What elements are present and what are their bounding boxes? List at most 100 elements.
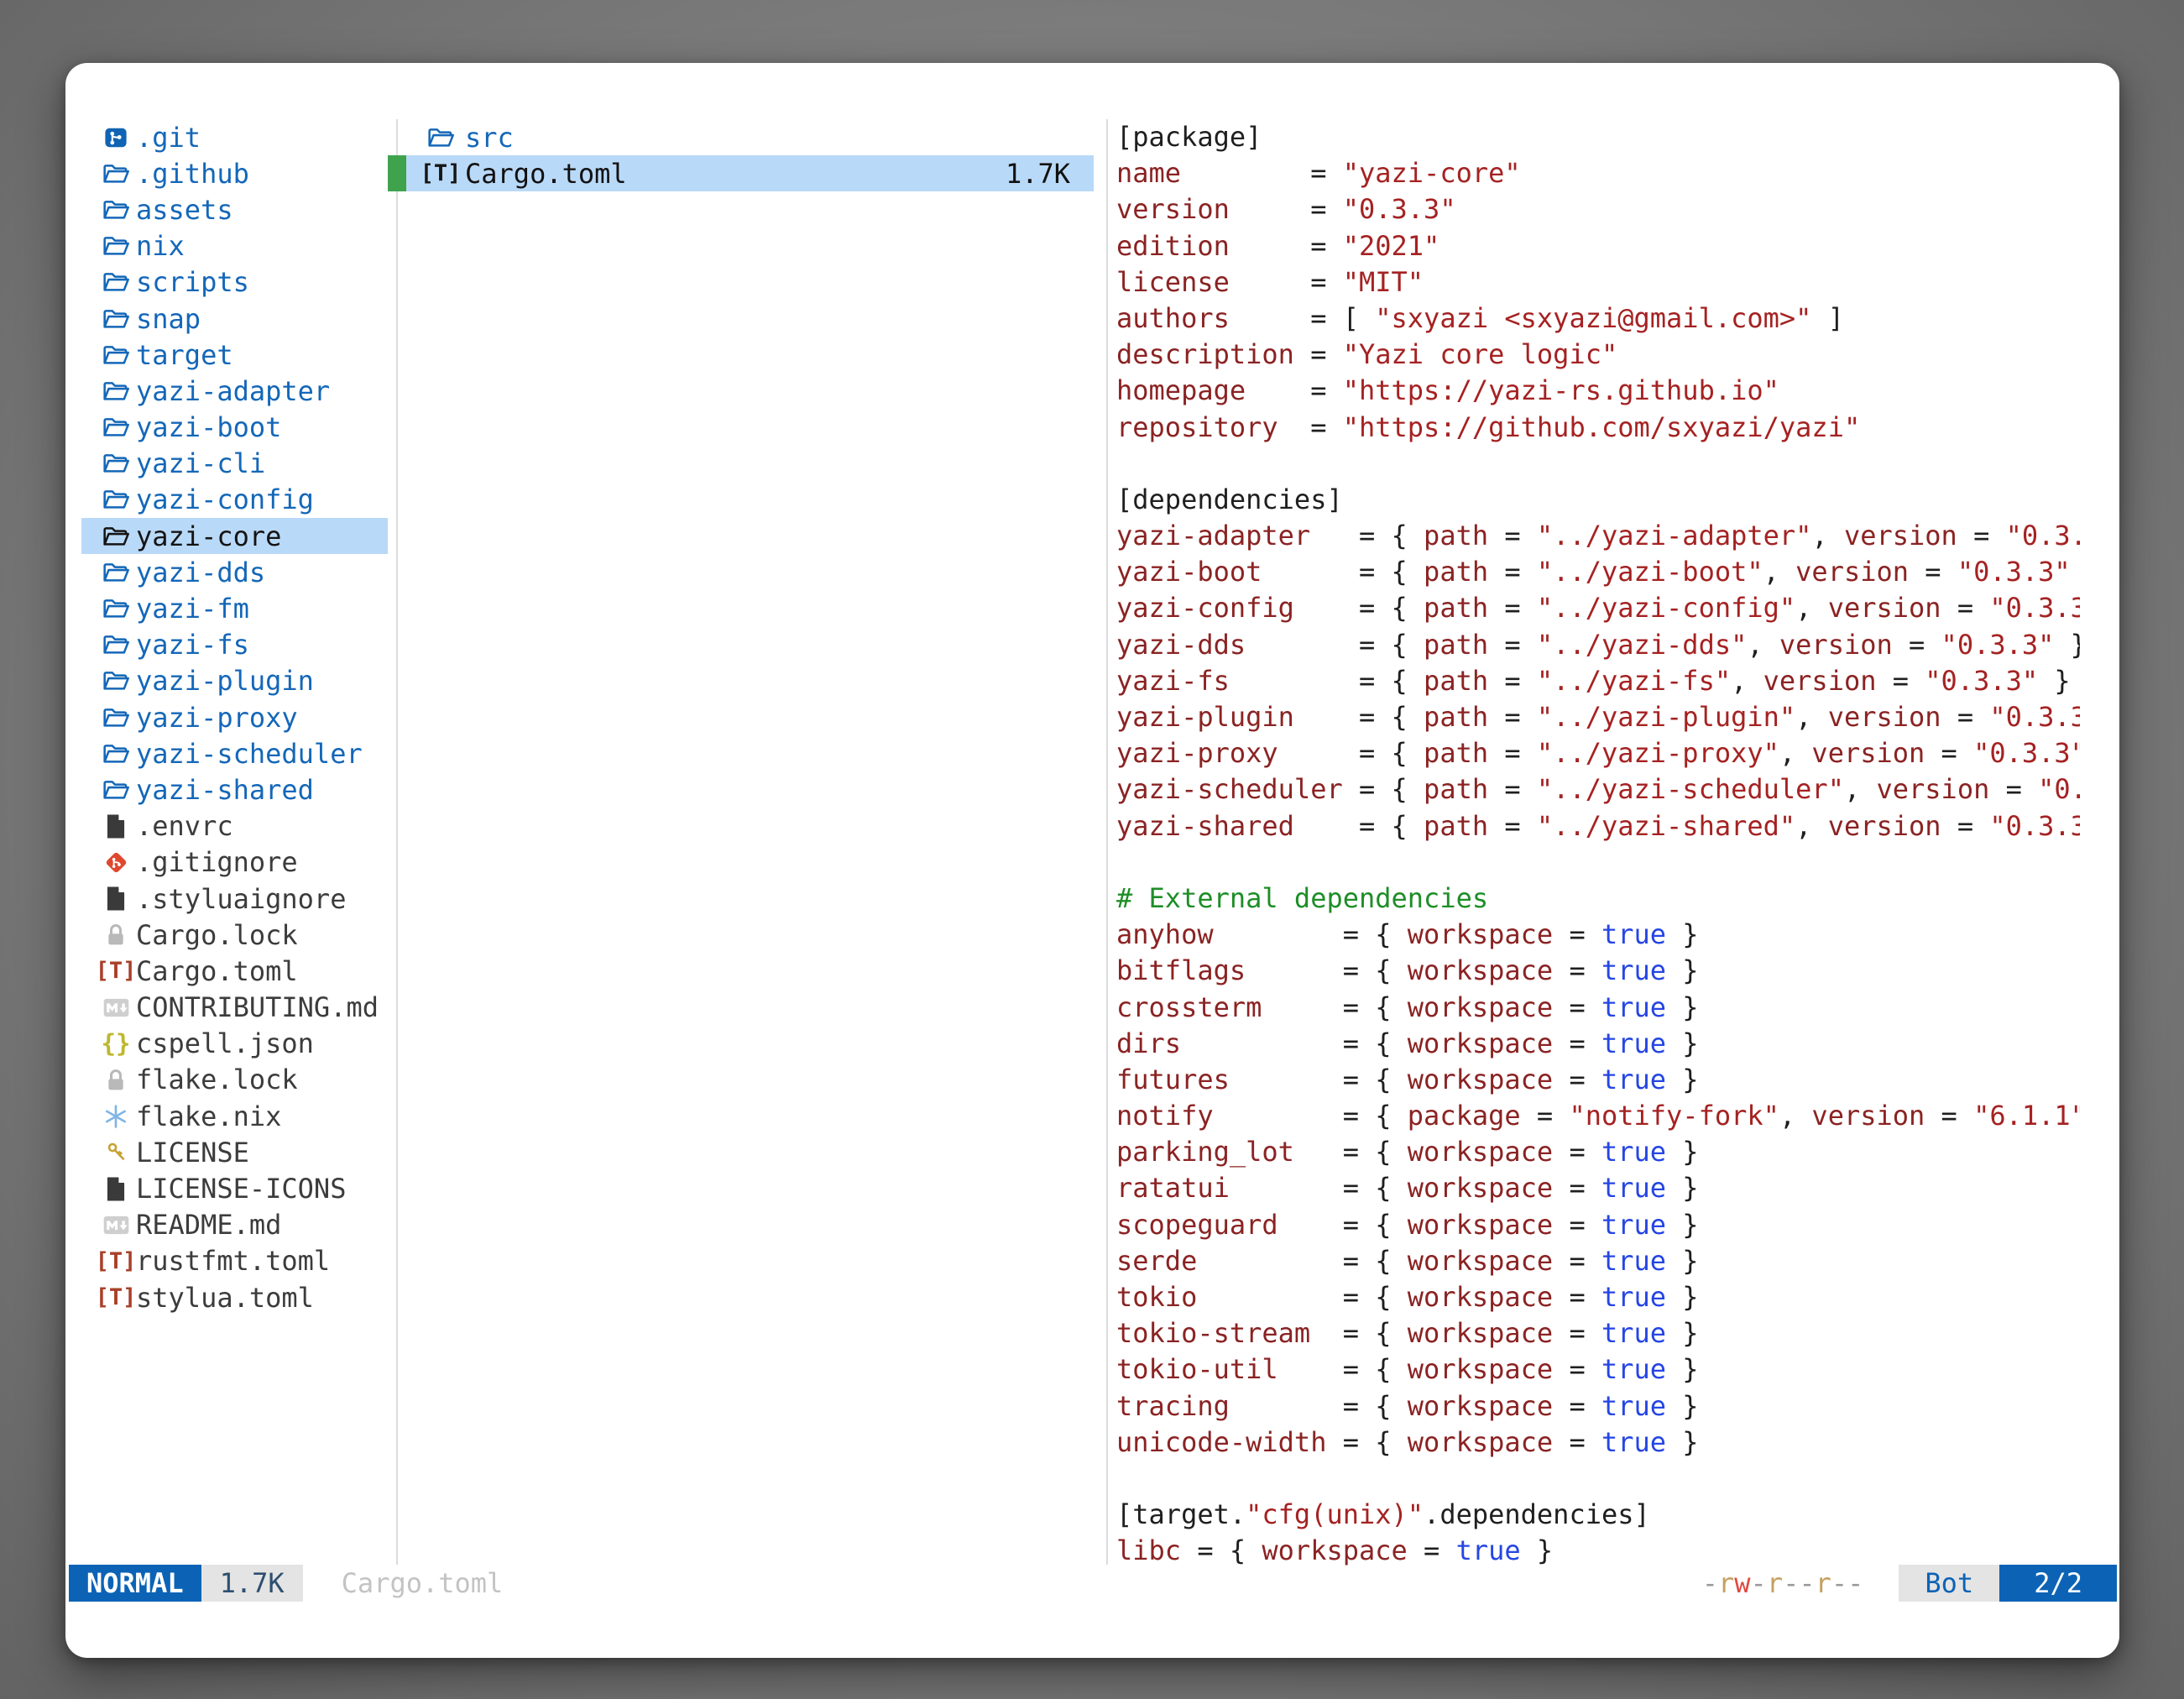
- sidebar-item-target[interactable]: target: [81, 337, 388, 373]
- json-icon: {}: [102, 1029, 129, 1058]
- folder-icon: [102, 452, 129, 474]
- item-label: target: [136, 339, 233, 371]
- item-label: .envrc: [136, 810, 233, 842]
- sidebar-item-yazi-core[interactable]: yazi-core: [81, 518, 388, 554]
- item-label: yazi-fm: [136, 593, 249, 625]
- status-bar: NORMAL 1.7K Cargo.toml -rw-r--r-- Bot 2/…: [65, 1565, 2119, 1602]
- sidebar-item-scripts[interactable]: scripts: [81, 264, 388, 301]
- sidebar-item-flake.nix[interactable]: flake.nix: [81, 1098, 388, 1134]
- item-label: cspell.json: [136, 1027, 314, 1059]
- sidebar-item-yazi-dds[interactable]: yazi-dds: [81, 554, 388, 590]
- sidebar-item-.styluaignore[interactable]: .styluaignore: [81, 881, 388, 917]
- sidebar-item-CONTRIBUTING.md[interactable]: CONTRIBUTING.md: [81, 990, 388, 1026]
- file-item-src[interactable]: src: [388, 119, 1094, 155]
- lock-icon: [102, 1068, 129, 1092]
- preview-line: [package]: [1116, 119, 2080, 155]
- preview-line: [dependencies]: [1116, 482, 2080, 518]
- preview-line: parking_lot = { workspace = true }: [1116, 1134, 2080, 1170]
- preview-line: yazi-scheduler = { path = "../yazi-sched…: [1116, 771, 2080, 808]
- current-pane: src[T]Cargo.toml1.7K: [388, 119, 1094, 191]
- item-label: .styluaignore: [136, 883, 346, 915]
- sidebar-item-cspell.json[interactable]: {}cspell.json: [81, 1026, 388, 1062]
- folder-icon: [102, 344, 129, 366]
- item-label: snap: [136, 303, 201, 335]
- preview-line: license = "MIT": [1116, 264, 2080, 301]
- sidebar-item-stylua.toml[interactable]: [T]stylua.toml: [81, 1279, 388, 1315]
- sidebar-item-yazi-fm[interactable]: yazi-fm: [81, 590, 388, 626]
- sidebar-item-.github[interactable]: .github: [81, 155, 388, 191]
- sidebar-item-yazi-cli[interactable]: yazi-cli: [81, 446, 388, 482]
- sidebar-item-yazi-plugin[interactable]: yazi-plugin: [81, 663, 388, 699]
- folder-icon: [421, 127, 460, 149]
- yazi-terminal-window: .git.githubassetsnixscriptssnaptargetyaz…: [65, 63, 2119, 1658]
- sidebar-item-nix[interactable]: nix: [81, 228, 388, 264]
- item-label: yazi-scheduler: [136, 738, 363, 770]
- folder-icon: [102, 598, 129, 619]
- preview-line: serde = { workspace = true }: [1116, 1243, 2080, 1279]
- pane-separator-right: [1106, 119, 1108, 1565]
- preview-line: version = "0.3.3": [1116, 191, 2080, 227]
- sidebar-item-Cargo.lock[interactable]: Cargo.lock: [81, 917, 388, 953]
- folder-icon: [102, 489, 129, 510]
- sidebar-item-README.md[interactable]: README.md: [81, 1207, 388, 1243]
- folder-icon: [102, 271, 129, 293]
- sidebar-item-rustfmt.toml[interactable]: [T]rustfmt.toml: [81, 1243, 388, 1279]
- folder-icon: [102, 743, 129, 765]
- markdown-icon: [102, 1215, 129, 1235]
- sidebar-item-snap[interactable]: snap: [81, 301, 388, 337]
- preview-line: anyhow = { workspace = true }: [1116, 917, 2080, 953]
- item-label: flake.lock: [136, 1064, 298, 1095]
- sidebar-item-LICENSE[interactable]: LICENSE: [81, 1134, 388, 1170]
- toml-icon: [T]: [102, 1284, 129, 1310]
- item-label: LICENSE: [136, 1137, 249, 1168]
- preview-line: crossterm = { workspace = true }: [1116, 990, 2080, 1026]
- sidebar-item-yazi-scheduler[interactable]: yazi-scheduler: [81, 735, 388, 771]
- sidebar-item-assets[interactable]: assets: [81, 191, 388, 227]
- preview-line: yazi-plugin = { path = "../yazi-plugin",…: [1116, 699, 2080, 735]
- sidebar-item-.gitignore[interactable]: .gitignore: [81, 844, 388, 881]
- desktop-background: .git.githubassetsnixscriptssnaptargetyaz…: [0, 0, 2184, 1699]
- folder-icon: [102, 779, 129, 801]
- sidebar-item-yazi-proxy[interactable]: yazi-proxy: [81, 699, 388, 735]
- snowflake-icon: [102, 1105, 129, 1128]
- sidebar-item-flake.lock[interactable]: flake.lock: [81, 1062, 388, 1098]
- item-label: yazi-plugin: [136, 665, 314, 697]
- folder-icon: [102, 525, 129, 547]
- preview-line: dirs = { workspace = true }: [1116, 1026, 2080, 1062]
- markdown-icon: [102, 998, 129, 1017]
- sidebar-item-yazi-config[interactable]: yazi-config: [81, 482, 388, 518]
- item-label: yazi-dds: [136, 557, 265, 588]
- mode-badge: NORMAL: [69, 1565, 201, 1602]
- item-label: yazi-shared: [136, 774, 314, 806]
- preview-line: tracing = { workspace = true }: [1116, 1388, 2080, 1425]
- folder-icon: [102, 163, 129, 185]
- folder-icon: [102, 199, 129, 221]
- folder-icon: [102, 380, 129, 402]
- toml-icon: [T]: [102, 1248, 129, 1274]
- preview-line: yazi-config = { path = "../yazi-config",…: [1116, 590, 2080, 626]
- sidebar-item-.envrc[interactable]: .envrc: [81, 808, 388, 844]
- cursor-marker: [388, 119, 406, 155]
- parent-pane: .git.githubassetsnixscriptssnaptargetyaz…: [81, 119, 388, 1315]
- sidebar-item-.git[interactable]: .git: [81, 119, 388, 155]
- preview-line: name = "yazi-core": [1116, 155, 2080, 191]
- folder-icon: [102, 235, 129, 257]
- preview-line: [1116, 1461, 2080, 1497]
- preview-line: ratatui = { workspace = true }: [1116, 1170, 2080, 1206]
- preview-line: tokio = { workspace = true }: [1116, 1279, 2080, 1315]
- cursor-marker: [388, 155, 406, 191]
- sidebar-item-yazi-fs[interactable]: yazi-fs: [81, 627, 388, 663]
- preview-line: yazi-proxy = { path = "../yazi-proxy", v…: [1116, 735, 2080, 771]
- sidebar-item-LICENSE-ICONS[interactable]: LICENSE-ICONS: [81, 1170, 388, 1206]
- sidebar-item-yazi-adapter[interactable]: yazi-adapter: [81, 373, 388, 409]
- sidebar-item-Cargo.toml[interactable]: [T]Cargo.toml: [81, 953, 388, 989]
- sidebar-item-yazi-boot[interactable]: yazi-boot: [81, 410, 388, 446]
- item-label: yazi-config: [136, 484, 314, 515]
- item-label: yazi-boot: [136, 411, 281, 443]
- preview-line: notify = { package = "notify-fork", vers…: [1116, 1098, 2080, 1134]
- item-label: src: [465, 122, 514, 154]
- item-label: assets: [136, 194, 233, 226]
- sidebar-item-yazi-shared[interactable]: yazi-shared: [81, 771, 388, 808]
- file-item-Cargo.toml[interactable]: [T]Cargo.toml1.7K: [388, 155, 1094, 191]
- item-label: .gitignore: [136, 846, 298, 878]
